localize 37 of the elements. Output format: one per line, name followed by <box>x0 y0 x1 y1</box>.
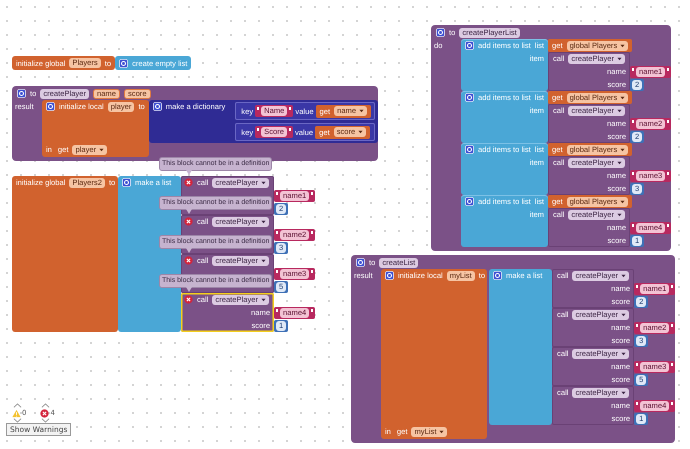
caret-icon <box>261 298 266 302</box>
gear-icon[interactable] <box>152 102 162 111</box>
caret-icon <box>621 312 626 316</box>
gear-icon[interactable] <box>493 271 502 280</box>
caret-icon <box>617 108 622 112</box>
procedure-block[interactable] <box>431 25 672 251</box>
caret-icon <box>617 160 622 164</box>
gear-icon[interactable] <box>465 93 474 102</box>
caret-icon <box>439 430 444 434</box>
gear-icon[interactable] <box>436 28 445 37</box>
gear-icon[interactable] <box>46 102 55 111</box>
caret-icon <box>620 200 626 204</box>
caret-icon <box>261 258 266 262</box>
caret-icon <box>358 130 364 134</box>
warning-icon <box>12 408 21 418</box>
gear-icon[interactable] <box>119 58 128 68</box>
caret-icon <box>620 148 626 152</box>
procedure-block[interactable] <box>351 255 676 443</box>
caret-icon <box>261 180 266 184</box>
caret-icon <box>620 44 626 48</box>
gear-icon[interactable] <box>385 271 394 280</box>
caret-icon <box>621 390 626 394</box>
caret-icon <box>617 212 622 216</box>
gear-icon[interactable] <box>122 178 131 187</box>
gear-icon[interactable] <box>17 89 26 98</box>
gear-icon[interactable] <box>465 145 474 154</box>
gear-icon[interactable] <box>465 41 474 50</box>
caret-icon <box>99 148 104 152</box>
gear-icon[interactable] <box>465 197 474 206</box>
caret-icon <box>617 56 622 60</box>
gear-icon[interactable] <box>356 258 365 267</box>
caret-icon <box>621 274 626 278</box>
caret-icon <box>359 109 364 113</box>
caret-icon <box>621 352 626 356</box>
caret-icon <box>261 220 266 224</box>
error-icon <box>40 408 50 418</box>
caret-icon <box>620 96 626 100</box>
